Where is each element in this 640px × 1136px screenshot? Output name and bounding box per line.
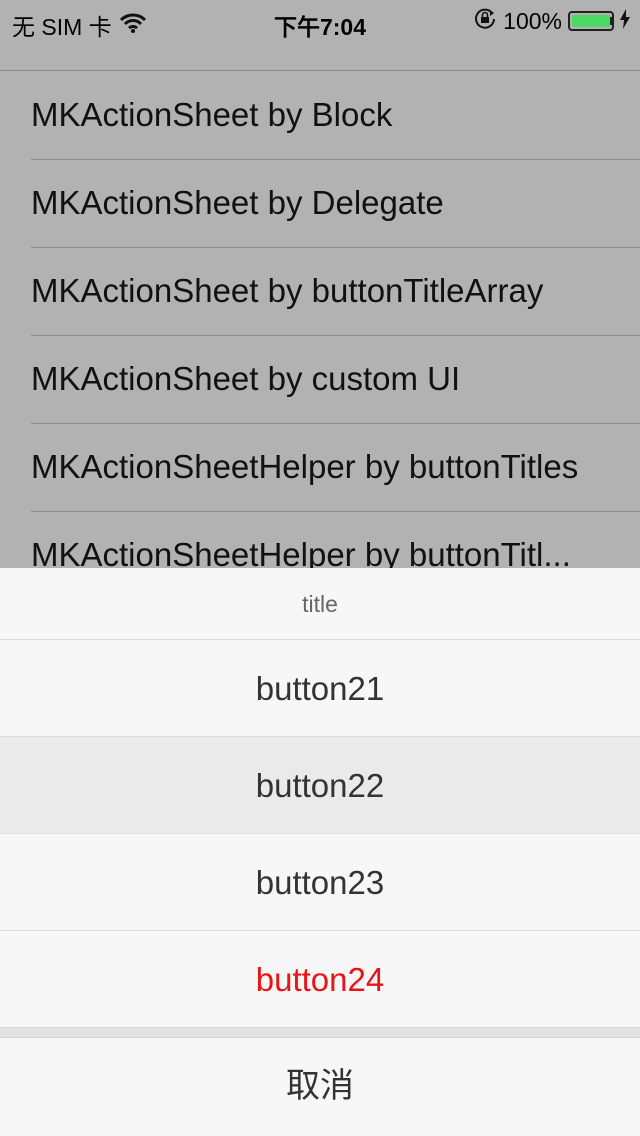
cancel-button-label: 取消 — [286, 1067, 354, 1105]
action-sheet-button-4[interactable]: button24 — [0, 931, 640, 1028]
action-sheet-button-1[interactable]: button21 — [0, 640, 640, 737]
action-sheet-button-label: button21 — [255, 670, 385, 707]
battery-level — [572, 15, 610, 27]
list-item[interactable]: MKActionSheet by Block — [0, 71, 640, 159]
list-item[interactable]: MKActionSheetHelper by buttonTitles — [0, 423, 640, 511]
list-item-label: MKActionSheet by Block — [31, 96, 393, 133]
list-item-label: MKActionSheet by buttonTitleArray — [31, 272, 544, 309]
battery-percent: 100% — [503, 7, 562, 34]
action-sheet-header: title — [0, 568, 640, 640]
demo-list: MKActionSheet by Block MKActionSheet by … — [0, 71, 640, 599]
charging-icon — [620, 8, 630, 35]
list-item-label: MKActionSheet by Delegate — [31, 184, 444, 221]
list-item[interactable]: MKActionSheet by custom UI — [0, 335, 640, 423]
battery-icon — [568, 11, 614, 31]
battery-body — [568, 11, 614, 31]
status-right: 100% — [473, 6, 630, 36]
action-sheet-button-label: button22 — [255, 767, 385, 804]
cancel-separator — [0, 1028, 640, 1038]
action-sheet-button-2[interactable]: button22 — [0, 737, 640, 834]
status-bar: 无 SIM 卡 下午7:04 100% — [0, 0, 640, 40]
action-sheet: title button21 button22 button23 button2… — [0, 568, 640, 1136]
list-item[interactable]: MKActionSheet by buttonTitleArray — [0, 247, 640, 335]
action-sheet-button-label: button23 — [255, 864, 385, 901]
list-item-label: MKActionSheetHelper by buttonTitles — [31, 448, 579, 485]
orientation-lock-icon — [473, 6, 497, 36]
action-sheet-button-label: button24 — [255, 961, 385, 998]
action-sheet-button-3[interactable]: button23 — [0, 834, 640, 931]
action-sheet-title: title — [302, 591, 338, 617]
list-item-label: MKActionSheet by custom UI — [31, 360, 461, 397]
cancel-button[interactable]: 取消 — [0, 1038, 640, 1135]
list-item[interactable]: MKActionSheet by Delegate — [0, 159, 640, 247]
